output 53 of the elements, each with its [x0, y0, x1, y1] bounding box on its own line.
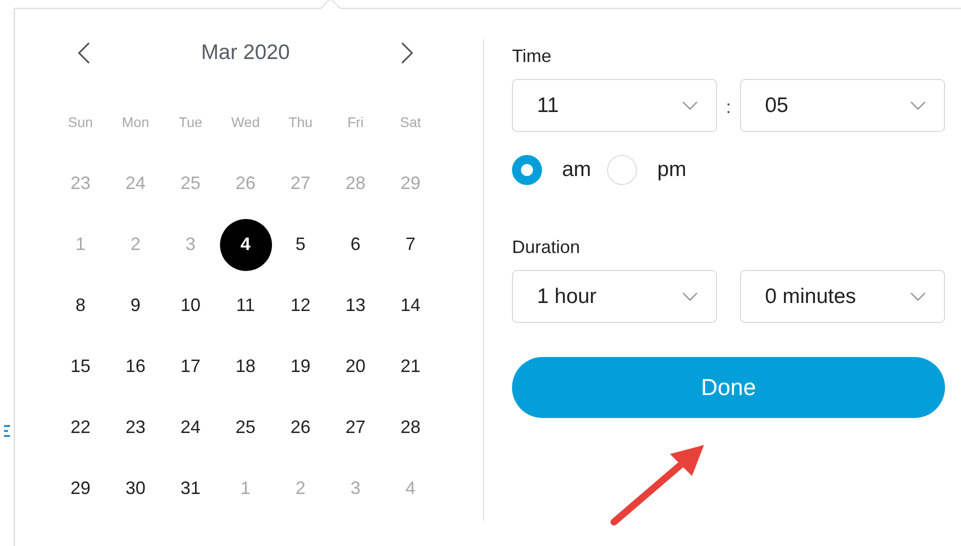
- calendar-day[interactable]: 31: [164, 462, 216, 514]
- duration-label: Duration: [512, 236, 580, 258]
- calendar-day[interactable]: 18: [220, 340, 272, 392]
- chevron-down-icon: [910, 101, 926, 110]
- chevron-down-icon: [682, 101, 698, 110]
- calendar-day[interactable]: 24: [164, 402, 216, 454]
- month-title: Mar 2020: [201, 41, 290, 65]
- weekday-label: Sun: [67, 113, 94, 131]
- weekday-label: Fri: [346, 113, 365, 131]
- chevron-left-icon: [77, 41, 91, 65]
- weekday-label: Tue: [178, 113, 204, 131]
- radio-label[interactable]: am: [562, 158, 592, 182]
- list-icon: [4, 424, 10, 438]
- hours-select[interactable]: 1 hour: [512, 270, 717, 323]
- weekday-label: Thu: [287, 113, 314, 131]
- calendar-day[interactable]: 8: [54, 280, 106, 332]
- weekday-label: Wed: [230, 113, 261, 131]
- chevron-down-icon: [910, 292, 926, 301]
- calendar-day[interactable]: 17: [164, 340, 216, 392]
- minute-select[interactable]: 05: [740, 79, 945, 132]
- calendar-day[interactable]: 26: [274, 402, 326, 454]
- minutes-select[interactable]: 0 minutes: [740, 270, 945, 323]
- chevron-down-icon: [682, 292, 698, 301]
- calendar-day[interactable]: 16: [110, 340, 162, 392]
- hour-select[interactable]: 11: [512, 79, 717, 132]
- calendar-day[interactable]: 21: [384, 340, 436, 392]
- calendar-day[interactable]: 7: [384, 218, 436, 270]
- radio-button[interactable]: [512, 155, 542, 185]
- calendar-day[interactable]: 29: [54, 462, 106, 514]
- calendar-day[interactable]: 11: [220, 280, 272, 332]
- radio-label[interactable]: pm: [657, 158, 686, 182]
- calendar-day[interactable]: 14: [384, 280, 436, 332]
- calendar-day[interactable]: 4: [220, 218, 272, 270]
- calendar-day[interactable]: 9: [110, 280, 162, 332]
- calendar-day[interactable]: 20: [330, 340, 382, 392]
- calendar-day[interactable]: 15: [54, 340, 106, 392]
- calendar-day[interactable]: 12: [274, 280, 326, 332]
- calendar-day[interactable]: 13: [330, 280, 382, 332]
- calendar-day[interactable]: 28: [384, 402, 436, 454]
- weekday-label: Sat: [398, 113, 422, 131]
- calendar-day[interactable]: 19: [274, 340, 326, 392]
- weekday-label: Mon: [120, 113, 150, 131]
- calendar-day[interactable]: 27: [330, 402, 382, 454]
- calendar-day[interactable]: 25: [220, 402, 272, 454]
- calendar-day[interactable]: 5: [274, 218, 326, 270]
- time-label: Time: [512, 45, 552, 67]
- chevron-right-icon: [400, 41, 414, 65]
- time-separator: :: [724, 96, 732, 118]
- calendar-day[interactable]: 10: [164, 280, 216, 332]
- calendar-day[interactable]: 6: [330, 218, 382, 270]
- calendar-day[interactable]: 23: [110, 402, 162, 454]
- calendar-day[interactable]: 22: [54, 402, 106, 454]
- calendar-day[interactable]: 30: [110, 462, 162, 514]
